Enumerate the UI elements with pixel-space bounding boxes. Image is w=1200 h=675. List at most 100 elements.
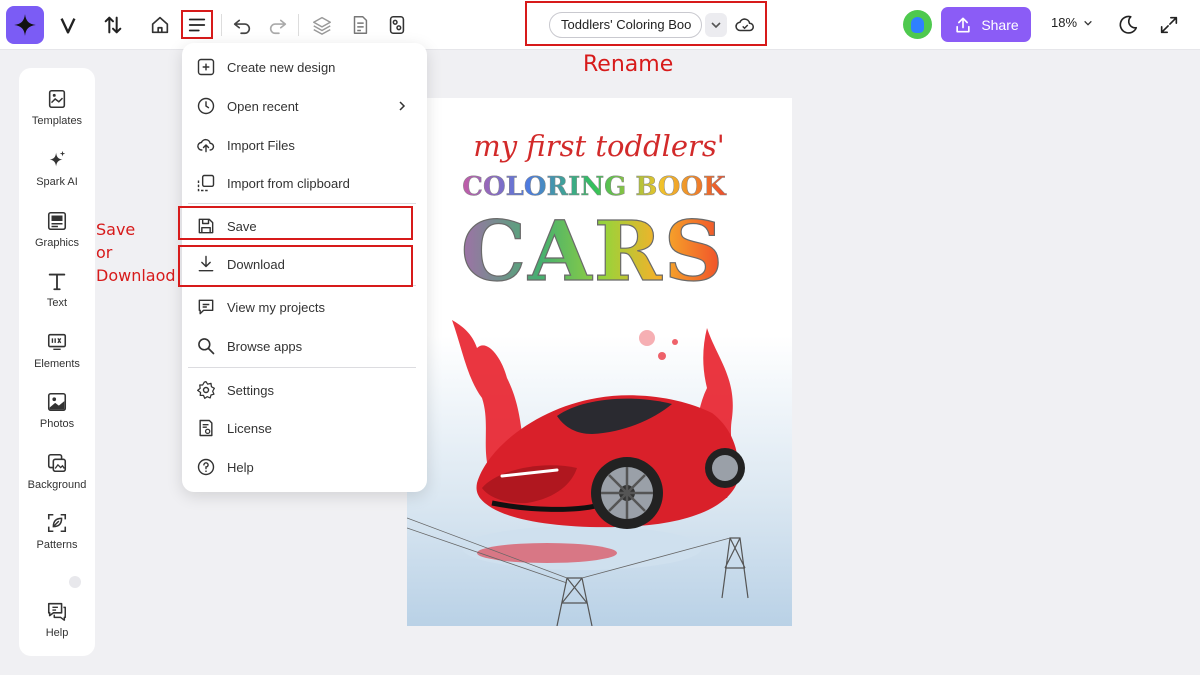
sidebar-item-text[interactable]: Text [19, 270, 95, 328]
menu-item-help[interactable]: Help [182, 450, 427, 484]
home-button[interactable] [144, 9, 176, 41]
templates-icon [48, 89, 66, 109]
sliders-icon [389, 15, 405, 35]
new-file-icon [197, 58, 215, 76]
layers-button[interactable] [306, 9, 338, 41]
background-icon [47, 453, 67, 473]
rename-annotation: Rename [583, 52, 674, 77]
redo-button[interactable] [262, 9, 294, 41]
document-title-input[interactable]: Toddlers' Coloring Boo [549, 12, 702, 38]
cloud-check-icon [735, 18, 755, 32]
save-download-annotation: Save or Downlaod [96, 218, 176, 287]
app-logo-button[interactable] [6, 6, 44, 44]
download-highlight-box [178, 245, 413, 287]
license-icon [199, 419, 213, 437]
divider [298, 14, 299, 36]
scroll-indicator[interactable] [69, 576, 81, 588]
title-dropdown-button[interactable] [705, 13, 727, 37]
sidebar-item-photos[interactable]: Photos [19, 391, 95, 449]
menu-item-import-clipboard[interactable]: Import from clipboard [182, 166, 427, 200]
resize-button[interactable] [97, 9, 129, 41]
v-logo-icon [60, 18, 76, 34]
vector-tool-button[interactable] [52, 9, 84, 41]
sidebar-item-spark-ai[interactable]: Spark AI [19, 149, 95, 207]
sidebar-item-label: Photos [39, 418, 75, 430]
chevron-right-icon [399, 101, 406, 111]
design-canvas[interactable]: my first toddlers' COLORING BOOK CARS [407, 98, 792, 626]
text-icon [48, 273, 66, 291]
menu-item-label: Import Files [227, 137, 295, 153]
sidebar-item-label: Background [27, 479, 87, 491]
sidebar-item-label: Text [46, 297, 68, 309]
zoom-dropdown[interactable]: 18% [1051, 15, 1093, 30]
help-icon [197, 458, 215, 476]
cloud-sync-button[interactable] [733, 13, 757, 37]
fullscreen-button[interactable] [1153, 9, 1185, 41]
menu-item-browse-apps[interactable]: Browse apps [182, 329, 427, 363]
settings-panel-button[interactable] [381, 9, 413, 41]
share-label: Share [981, 16, 1019, 33]
expand-icon [1160, 16, 1178, 34]
menu-item-create-new-design[interactable]: Create new design [182, 50, 427, 84]
menu-item-label: View my projects [227, 299, 326, 315]
sidebar-item-background[interactable]: Background [19, 452, 95, 510]
chevron-down-icon [711, 22, 721, 29]
sidebar-item-patterns[interactable]: Patterns [19, 512, 95, 570]
photos-icon [47, 392, 67, 412]
menu-item-open-recent[interactable]: Open recent [182, 89, 427, 123]
search-icon [198, 338, 215, 355]
sparkle-icon [49, 150, 66, 167]
menu-item-label: License [227, 420, 272, 436]
sidebar-item-help[interactable]: Help [19, 600, 95, 658]
gear-icon [197, 381, 215, 399]
graphics-icon [47, 211, 67, 231]
menu-divider [188, 203, 416, 204]
menu-item-label: Import from clipboard [227, 175, 350, 191]
sidebar-item-label: Templates [31, 115, 83, 127]
menu-item-label: Settings [227, 382, 274, 398]
sparkle-logo-icon [14, 14, 36, 36]
help-chat-icon [47, 602, 66, 621]
sidebar-item-label: Help [45, 627, 69, 639]
user-avatar[interactable] [903, 10, 932, 39]
undo-icon [233, 19, 251, 35]
share-button[interactable]: Share [941, 7, 1031, 42]
menu-item-label: Open recent [227, 98, 299, 114]
annotation-line: Save [96, 220, 136, 239]
top-toolbar: Toddlers' Coloring Boo Share 18% [0, 0, 1200, 50]
projects-icon [198, 299, 214, 315]
sidebar-item-graphics[interactable]: Graphics [19, 210, 95, 268]
sidebar-item-label: Graphics [34, 237, 80, 249]
pages-button[interactable] [344, 9, 376, 41]
poster-subtitle: my first toddlers' [473, 129, 724, 163]
sidebar-item-label: Patterns [36, 539, 78, 551]
layers-icon [313, 16, 331, 35]
sidebar-item-elements[interactable]: Elements [19, 331, 95, 389]
menu-item-import-files[interactable]: Import Files [182, 128, 427, 162]
sidebar-item-templates[interactable]: Templates [19, 88, 95, 146]
menu-item-settings[interactable]: Settings [182, 373, 427, 407]
annotation-line: or [96, 243, 113, 262]
menu-item-license[interactable]: License [182, 411, 427, 445]
redo-icon [269, 19, 287, 35]
poster-title: CARS [461, 204, 725, 300]
left-sidebar: Templates Spark AI Graphics Text Element… [19, 68, 95, 656]
annotation-line: Downlaod [96, 266, 176, 285]
save-highlight-box [178, 206, 413, 240]
menu-item-label: Help [227, 459, 254, 475]
clock-icon [197, 97, 215, 115]
clipboard-icon [197, 174, 215, 192]
upload-share-icon [956, 17, 970, 32]
dark-mode-toggle[interactable] [1112, 9, 1144, 41]
undo-button[interactable] [226, 9, 258, 41]
menu-divider [188, 367, 416, 368]
moon-icon [1119, 15, 1138, 34]
elements-icon [47, 333, 67, 351]
page-icon [353, 16, 368, 34]
sidebar-item-label: Elements [34, 358, 80, 370]
menu-item-view-projects[interactable]: View my projects [182, 290, 427, 324]
chevron-down-icon [1084, 20, 1092, 26]
divider [221, 14, 222, 36]
menu-item-label: Create new design [227, 59, 336, 75]
zoom-level: 18% [1051, 15, 1078, 30]
